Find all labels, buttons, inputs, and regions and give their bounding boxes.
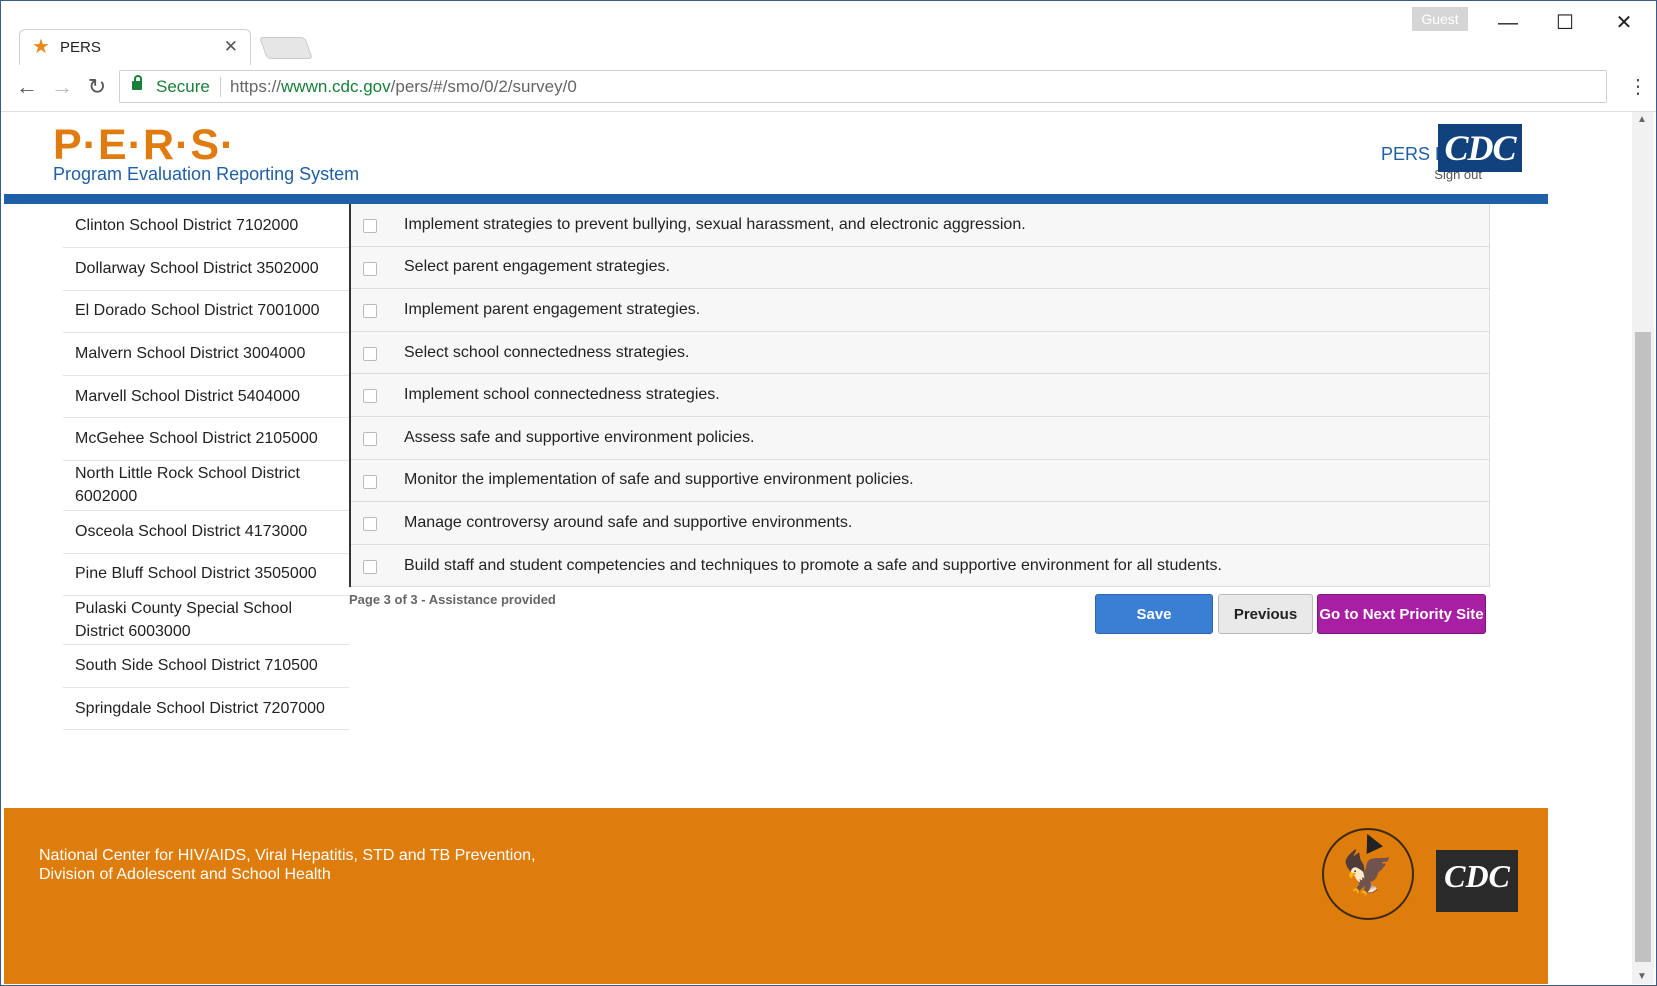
close-window-icon[interactable]: ✕ <box>1604 11 1644 35</box>
footer-text: National Center for HIV/AIDS, Viral Hepa… <box>39 846 536 884</box>
survey-row: Implement strategies to prevent bullying… <box>351 204 1489 247</box>
survey-checkbox[interactable] <box>363 389 377 404</box>
survey-checkbox[interactable] <box>363 304 377 319</box>
logo-subtitle: Program Evaluation Reporting System <box>53 164 360 184</box>
survey-checkbox[interactable] <box>363 474 377 489</box>
title-bar: ★ PERS ✕ Guest — ☐ ✕ <box>1 1 1656 65</box>
page-content: P·E·R·S· Program Evaluation Reporting Sy… <box>4 112 1632 984</box>
browser-toolbar: ← → ↻ Secure https://wwwn.cdc.gov/pers/#… <box>1 65 1656 112</box>
profile-badge[interactable]: Guest <box>1412 7 1468 31</box>
footer-line: National Center for HIV/AIDS, Viral Hepa… <box>39 847 536 864</box>
reload-icon[interactable]: ↻ <box>83 73 111 101</box>
survey-item-label: Select school connectedness strategies. <box>404 343 690 361</box>
survey-item-label: Manage controversy around safe and suppo… <box>404 513 853 531</box>
back-icon[interactable]: ← <box>13 73 41 101</box>
survey-item-label: Implement school connectedness strategie… <box>404 386 720 404</box>
footer-cdc-logo: CDC <box>1436 850 1518 912</box>
tab-close-icon[interactable]: ✕ <box>224 37 238 57</box>
maximize-icon[interactable]: ☐ <box>1545 11 1585 35</box>
scroll-up-icon[interactable]: ▲ <box>1637 114 1647 125</box>
district-list: Clinton School District 7102000 Dollarwa… <box>63 204 349 731</box>
footer-line: Division of Adolescent and School Health <box>39 866 331 883</box>
survey-row: Assess safe and supportive environment p… <box>351 416 1489 460</box>
scroll-down-icon[interactable]: ▼ <box>1637 971 1647 982</box>
survey-row: Implement school connectedness strategie… <box>351 374 1489 417</box>
district-item[interactable]: South Side School District 710500 <box>63 645 349 688</box>
pers-logo[interactable]: P·E·R·S· Program Evaluation Reporting Sy… <box>53 121 359 185</box>
district-item[interactable]: McGehee School District 2105000 <box>63 418 349 461</box>
url-path: /pers/#/smo/0/2/survey/0 <box>390 77 577 96</box>
survey-checkbox[interactable] <box>363 517 377 532</box>
star-icon: ★ <box>32 36 50 58</box>
survey-row: Build staff and student competencies and… <box>351 544 1489 588</box>
survey-item-label: Assess safe and supportive environment p… <box>404 428 755 446</box>
tab-title: PERS <box>60 39 101 56</box>
page-indicator: Page 3 of 3 - Assistance provided <box>349 592 556 607</box>
browser-tab[interactable]: ★ PERS ✕ <box>19 29 251 65</box>
new-tab-button[interactable] <box>258 37 314 59</box>
address-bar[interactable]: Secure https://wwwn.cdc.gov/pers/#/smo/0… <box>119 70 1607 103</box>
header-divider <box>4 194 1548 204</box>
browser-window: ★ PERS ✕ Guest — ☐ ✕ ← → ↻ Secure https:… <box>0 0 1657 986</box>
district-item[interactable]: El Dorado School District 7001000 <box>63 291 349 334</box>
next-priority-site-button[interactable]: Go to Next Priority Site <box>1317 594 1486 634</box>
survey-item-label: Select parent engagement strategies. <box>404 258 670 276</box>
survey-row: Implement parent engagement strategies. <box>351 289 1489 332</box>
survey-item-label: Monitor the implementation of safe and s… <box>404 471 914 489</box>
survey-row: Select parent engagement strategies. <box>351 246 1489 290</box>
survey-item-label: Implement parent engagement strategies. <box>404 300 701 318</box>
survey-row: Monitor the implementation of safe and s… <box>351 459 1489 503</box>
browser-menu-icon[interactable]: ⋮ <box>1628 73 1648 101</box>
footer: National Center for HIV/AIDS, Viral Hepa… <box>4 808 1548 984</box>
url-host: wwwn.cdc.gov <box>281 77 391 96</box>
district-item[interactable]: Marvell School District 5404000 <box>63 376 349 419</box>
district-item[interactable]: Malvern School District 3004000 <box>63 333 349 376</box>
survey-checkbox[interactable] <box>363 431 377 446</box>
scroll-thumb[interactable] <box>1635 332 1651 962</box>
survey-checkbox[interactable] <box>363 559 377 574</box>
survey-checkbox[interactable] <box>363 261 377 276</box>
page-scrollbar[interactable]: ▲ ▼ <box>1632 112 1654 984</box>
forward-icon[interactable]: → <box>48 73 76 101</box>
survey-table: Implement strategies to prevent bullying… <box>349 204 1490 588</box>
logo-text: P·E·R·S· <box>53 121 236 169</box>
previous-button[interactable]: Previous <box>1218 594 1313 634</box>
district-item[interactable]: Osceola School District 4173000 <box>63 511 349 554</box>
cdc-logo[interactable]: CDC <box>1438 124 1522 172</box>
district-item[interactable]: Clinton School District 7102000 <box>63 204 349 248</box>
survey-checkbox[interactable] <box>363 219 377 233</box>
district-item[interactable]: Dollarway School District 3502000 <box>63 248 349 291</box>
lock-icon <box>132 75 142 90</box>
survey-checkbox[interactable] <box>363 346 377 361</box>
district-item[interactable]: North Little Rock School District 600200… <box>63 461 349 511</box>
minimize-icon[interactable]: — <box>1488 11 1528 35</box>
district-item[interactable]: Springdale School District 7207000 <box>63 688 349 731</box>
url-text[interactable]: https://wwwn.cdc.gov/pers/#/smo/0/2/surv… <box>230 77 577 97</box>
url-scheme: https:// <box>230 77 282 96</box>
district-item[interactable]: Pine Bluff School District 3505000 <box>63 554 349 597</box>
survey-item-label: Build staff and student competencies and… <box>404 556 1222 574</box>
secure-label: Secure <box>156 77 210 96</box>
survey-row: Select school connectedness strategies. <box>351 331 1489 375</box>
divider <box>220 77 221 97</box>
survey-item-label: Implement strategies to prevent bullying… <box>404 215 1026 233</box>
survey-row: Manage controversy around safe and suppo… <box>351 502 1489 545</box>
save-button[interactable]: Save <box>1095 594 1213 634</box>
district-item[interactable]: Pulaski County Special School District 6… <box>63 596 349 646</box>
